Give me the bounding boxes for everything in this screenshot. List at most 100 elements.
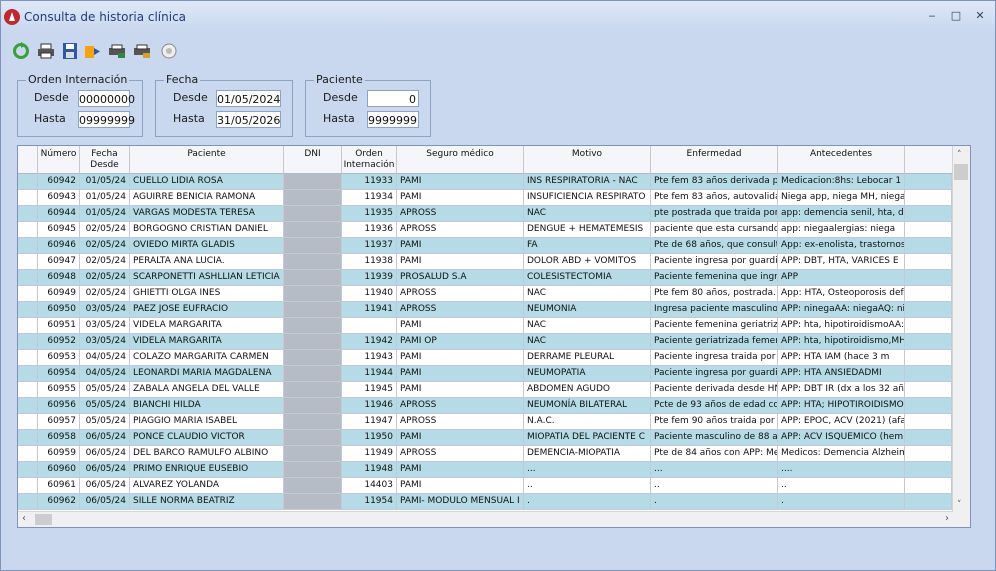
cell-seguro-medico[interactable]: PAMI OP [397,334,524,350]
cell-f[interactable] [905,398,952,414]
cell-motivo[interactable]: ABDOMEN AGUDO [524,382,651,398]
row-selector[interactable] [18,318,38,334]
column-header-paciente[interactable]: Paciente [130,146,284,174]
table-row[interactable]: 60955 05/05/24 ZABALA ANGELA DEL VALLE 1194… [18,382,952,398]
cell-paciente[interactable]: PRIMO ENRIQUE EUSEBIO [130,462,284,478]
cell-antecedentes[interactable]: .. [778,478,905,494]
cell-fecha-desde[interactable]: 02/05/24 [80,270,130,286]
cell-seguro-medico[interactable]: PAMI [397,366,524,382]
cell-dni[interactable] [284,334,342,350]
cell-orden-internacion[interactable] [342,318,397,334]
cell-seguro-medico[interactable]: PAMI [397,382,524,398]
scroll-right-icon[interactable]: › [945,513,949,524]
row-selector[interactable] [18,398,38,414]
cell-dni[interactable] [284,222,342,238]
cell-motivo[interactable]: COLESISTECTOMIA [524,270,651,286]
historia-grid[interactable]: Número Fecha Desde Paciente DNI Orden In… [17,145,971,528]
row-selector[interactable] [18,350,38,366]
cell-seguro-medico[interactable]: APROSS [397,286,524,302]
cell-paciente[interactable]: ZABALA ANGELA DEL VALLE [130,382,284,398]
cell-f[interactable] [905,270,952,286]
row-selector[interactable] [18,190,38,206]
cell-seguro-medico[interactable]: PAMI [397,430,524,446]
cell-numero[interactable]: 60952 [38,334,80,350]
cell-paciente[interactable]: VIDELA MARGARITA [130,334,284,350]
cell-enfermedad[interactable]: Pte fem 83 años, autovalida. T [651,190,778,206]
cell-paciente[interactable]: BORGOGNO CRISTIAN DANIEL [130,222,284,238]
fecha-desde-field[interactable]: 01/05/2024 [216,90,281,107]
cell-f[interactable] [905,286,952,302]
cell-motivo[interactable]: DERRAME PLEURAL [524,350,651,366]
cell-enfermedad[interactable]: Paciente ingresa por guardia t [651,366,778,382]
table-row[interactable]: 60942 01/05/24 CUELLO LIDIA ROSA 11933 PAMI I… [18,174,952,190]
cell-seguro-medico[interactable]: PAMI- MODULO MENSUAL I [397,494,524,510]
row-selector[interactable] [18,462,38,478]
cell-f[interactable] [905,174,952,190]
cell-fecha-desde[interactable]: 06/05/24 [80,478,130,494]
row-selector[interactable] [18,302,38,318]
disabled-icon[interactable] [159,41,179,61]
cell-dni[interactable] [284,190,342,206]
cell-f[interactable] [905,334,952,350]
cell-numero[interactable]: 60946 [38,238,80,254]
row-selector[interactable] [18,222,38,238]
horizontal-scroll-thumb[interactable] [35,514,52,525]
cell-f[interactable] [905,414,952,430]
cell-motivo[interactable]: NEUMONÍA BILATERAL [524,398,651,414]
cell-seguro-medico[interactable]: APROSS [397,206,524,222]
cell-numero[interactable]: 60943 [38,190,80,206]
row-selector[interactable] [18,430,38,446]
cell-seguro-medico[interactable]: PROSALUD S.A [397,270,524,286]
cell-enfermedad[interactable]: Paciente geriatrizada femenina [651,334,778,350]
cell-dni[interactable] [284,270,342,286]
cell-antecedentes[interactable]: APP: ACV ISQUEMICO (hem [778,430,905,446]
column-header-seguro-medico[interactable]: Seguro médico [397,146,524,174]
cell-enfermedad[interactable]: Paciente femenina que ingresa [651,270,778,286]
table-row[interactable]: 60943 01/05/24 AGUIRRE BENICIA RAMONA 11934… [18,190,952,206]
cell-dni[interactable] [284,478,342,494]
cell-motivo[interactable]: NEUMOPATIA [524,366,651,382]
cell-f[interactable] [905,318,952,334]
cell-fecha-desde[interactable]: 02/05/24 [80,222,130,238]
horizontal-scrollbar[interactable]: ‹ › [18,511,953,527]
cell-orden-internacion[interactable]: 11950 [342,430,397,446]
cell-f[interactable] [905,430,952,446]
scroll-left-icon[interactable]: ‹ [22,513,26,524]
cell-orden-internacion[interactable]: 11954 [342,494,397,510]
cell-enfermedad[interactable]: pte postrada que traida por el s [651,206,778,222]
cell-antecedentes[interactable]: app: niegaalergias: niega [778,222,905,238]
cell-numero[interactable]: 60953 [38,350,80,366]
table-row[interactable]: 60959 06/05/24 DEL BARCO RAMULFO ALBINO 119… [18,446,952,462]
cell-numero[interactable]: 60961 [38,478,80,494]
cell-orden-internacion[interactable]: 11949 [342,446,397,462]
cell-motivo[interactable]: MIOPATIA DEL PACIENTE C [524,430,651,446]
cell-orden-internacion[interactable]: 11937 [342,238,397,254]
cell-fecha-desde[interactable]: 03/05/24 [80,318,130,334]
cell-numero[interactable]: 60951 [38,318,80,334]
cell-motivo[interactable]: FA [524,238,651,254]
cell-paciente[interactable]: VIDELA MARGARITA [130,318,284,334]
cell-enfermedad[interactable]: Pte de 84 años con APP: Me [651,446,778,462]
table-row[interactable]: 60952 03/05/24 VIDELA MARGARITA 11942 PAMI O… [18,334,952,350]
cell-numero[interactable]: 60948 [38,270,80,286]
column-header-fecha-desde[interactable]: Fecha Desde [80,146,130,174]
cell-orden-internacion[interactable]: 11943 [342,350,397,366]
row-selector[interactable] [18,238,38,254]
cell-enfermedad[interactable]: Pte fem 83 años derivada por [651,174,778,190]
cell-enfermedad[interactable]: Paciente derivada desde HNC [651,382,778,398]
cell-paciente[interactable]: PAEZ JOSE EUFRACIO [130,302,284,318]
row-selector[interactable] [18,382,38,398]
cell-paciente[interactable]: COLAZO MARGARITA CARMEN [130,350,284,366]
cell-f[interactable] [905,366,952,382]
row-selector[interactable] [18,366,38,382]
orden-hasta-field[interactable]: 09999999 [78,111,135,128]
cell-enfermedad[interactable]: . [651,494,778,510]
vertical-scroll-thumb[interactable] [954,164,968,180]
cell-fecha-desde[interactable]: 05/05/24 [80,382,130,398]
row-selector[interactable] [18,254,38,270]
cell-antecedentes[interactable]: APP: HTA IAM (hace 3 m [778,350,905,366]
cell-motivo[interactable]: ... [524,462,651,478]
cell-paciente[interactable]: SILLE NORMA BEATRIZ [130,494,284,510]
column-header-motivo[interactable]: Motivo [524,146,651,174]
cell-f[interactable] [905,494,952,510]
